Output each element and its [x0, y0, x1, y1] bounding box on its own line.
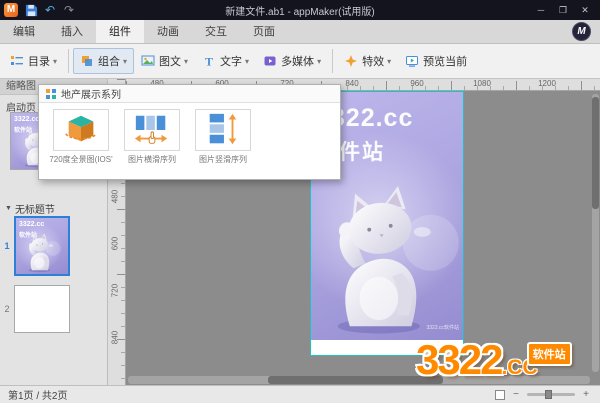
cat-figurine-image [23, 232, 61, 273]
page-indicator: 第1页 / 共2页 [8, 387, 67, 402]
page-number-2: 2 [1, 304, 13, 314]
ruler-label: 600 [111, 232, 120, 256]
page-thumbnail-1[interactable]: 3322.cc 软件站 [14, 216, 70, 276]
component-label: 720度全景图(IOS' [47, 154, 115, 165]
user-avatar[interactable]: M [572, 22, 591, 41]
media-icon [263, 54, 277, 68]
poster-watermark: 3322.cc [19, 221, 44, 228]
panel-title: 地产展示系列 [61, 86, 121, 101]
preview-icon [405, 54, 419, 68]
toolbar-group-label: 组合 [98, 53, 120, 69]
maximize-button[interactable]: ❐ [552, 2, 574, 18]
vertical-scrollbar[interactable] [592, 94, 599, 372]
app-logo-letter: M [7, 4, 15, 15]
group-icon [80, 54, 94, 68]
ruler-label: 960 [410, 79, 423, 88]
toolbar-group-button[interactable]: 组合 ▾ [73, 48, 134, 74]
toolbar-image-text-label: 图文 [159, 53, 181, 69]
component-label: 图片竖滑序列 [189, 154, 257, 165]
poster-corner-watermark: 3322.cc软件站 [426, 324, 459, 331]
toolbar-separator [68, 49, 69, 73]
vertical-slide-icon [195, 109, 251, 151]
page-number-1: 1 [1, 241, 13, 251]
chevron-down-icon: ▾ [123, 57, 127, 66]
zoom-in-button[interactable]: + [580, 389, 592, 401]
component-vertical-slide[interactable]: 图片竖滑序列 [189, 109, 257, 165]
panel-header: 地产展示系列 [39, 85, 340, 103]
tab-edit[interactable]: 编辑 [0, 20, 48, 43]
avatar-letter: M [577, 26, 585, 37]
tab-components[interactable]: 组件 [96, 20, 144, 43]
poster-image: 3322.cc 软件站 [16, 218, 68, 274]
ruler-label: 1080 [473, 79, 491, 88]
ribbon-tab-bar: 编辑 插入 组件 动画 交互 页面 M [0, 20, 600, 44]
horizontal-slide-icon [124, 109, 180, 151]
toolbar-catalog-button[interactable]: 目录 ▾ [3, 48, 64, 74]
text-icon: T [202, 54, 216, 68]
ruler-label: 1200 [538, 79, 556, 88]
tab-insert[interactable]: 插入 [48, 20, 96, 43]
page-thumbnail-2[interactable] [14, 285, 70, 333]
toolbar-text-button[interactable]: T 文字 ▾ [195, 48, 256, 74]
ruler-label: 840 [345, 79, 358, 88]
effects-icon [344, 54, 358, 68]
image-text-icon [141, 54, 155, 68]
chevron-down-icon: ▾ [184, 57, 188, 66]
panorama-360-icon [53, 109, 109, 151]
vertical-scrollbar-thumb[interactable] [592, 97, 599, 209]
component-panorama-360[interactable]: 720度全景图(IOS' [47, 109, 115, 165]
section-header[interactable]: ▼ 无标题节 [5, 201, 55, 216]
catalog-icon [10, 54, 24, 68]
window-title: 新建文件.ab1 - appMaker(试用版) [0, 3, 600, 18]
series-grid-icon [46, 89, 56, 99]
poster-watermark: 3322.cc [14, 116, 39, 123]
toolbar-effects-button[interactable]: 特效 ▾ [337, 48, 398, 74]
tab-interaction[interactable]: 交互 [192, 20, 240, 43]
toolbar-media-button[interactable]: 多媒体 ▾ [256, 48, 328, 74]
chevron-down-icon: ▾ [387, 57, 391, 66]
zoom-slider[interactable] [527, 393, 575, 396]
chevron-down-icon: ▾ [53, 57, 57, 66]
collapse-triangle-icon: ▼ [5, 205, 12, 212]
ruler-label: 480 [111, 185, 120, 209]
component-label: 图片横滑序列 [118, 154, 186, 165]
toolbar-text-label: 文字 [220, 53, 242, 69]
save-icon[interactable] [23, 2, 39, 18]
status-bar: 第1页 / 共2页 − + [0, 385, 600, 403]
app-logo: M [4, 3, 18, 17]
tab-page[interactable]: 页面 [240, 20, 288, 43]
zoom-controls: − + [495, 389, 592, 401]
tab-animation[interactable]: 动画 [144, 20, 192, 43]
watermark-badge: 软件站 [527, 342, 572, 366]
zoom-slider-knob[interactable] [545, 390, 552, 399]
minimize-button[interactable]: ─ [530, 2, 552, 18]
zoom-out-button[interactable]: − [510, 389, 522, 401]
toolbar-separator [332, 49, 333, 73]
toolbar-catalog-label: 目录 [28, 53, 50, 69]
site-watermark: 3322 .CC 软件站 [416, 340, 538, 380]
component-dropdown-panel: 地产展示系列 720度全景图(IOS' [38, 84, 341, 180]
redo-icon[interactable]: ↷ [61, 2, 77, 18]
title-bar: M ↶ ↷ 新建文件.ab1 - appMaker(试用版) ─ ❐ ✕ [0, 0, 600, 20]
ruler-label: 840 [111, 326, 120, 350]
section-label: 无标题节 [15, 201, 55, 216]
ruler-label: 720 [111, 279, 120, 303]
cat-figurine-image [316, 180, 461, 337]
toolbar-preview-label: 预览当前 [423, 53, 467, 69]
panel-body: 720度全景图(IOS' 图片横滑序列 [39, 103, 340, 165]
toolbar-preview-button[interactable]: 预览当前 [398, 48, 474, 74]
chevron-down-icon: ▾ [317, 57, 321, 66]
toolbar-image-text-button[interactable]: 图文 ▾ [134, 48, 195, 74]
svg-text:T: T [205, 55, 213, 69]
chevron-down-icon: ▾ [245, 57, 249, 66]
undo-icon[interactable]: ↶ [42, 2, 58, 18]
toolbar-media-label: 多媒体 [281, 53, 314, 69]
component-horizontal-slide[interactable]: 图片横滑序列 [118, 109, 186, 165]
toolbar-effects-label: 特效 [362, 53, 384, 69]
ribbon-toolbar: 目录 ▾ 组合 ▾ 图文 ▾ T 文字 ▾ 多媒体 ▾ 特效 ▾ [0, 44, 600, 79]
watermark-number: 3322 [416, 340, 501, 380]
close-button[interactable]: ✕ [574, 2, 596, 18]
fit-page-icon[interactable] [495, 390, 505, 400]
